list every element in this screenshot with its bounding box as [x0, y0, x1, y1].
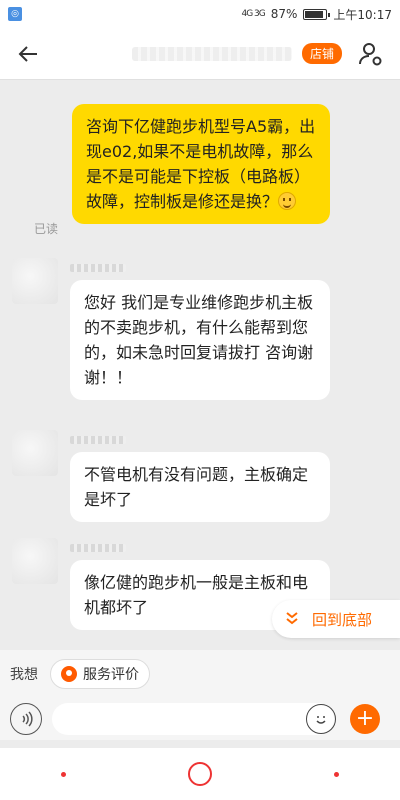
jump-to-bottom-button[interactable]: 回到底部	[272, 600, 400, 638]
nav-recent-dot[interactable]	[334, 771, 339, 777]
smile-emoji-icon	[278, 192, 297, 210]
user-settings-button[interactable]	[356, 39, 386, 69]
status-bar: ◎ 4G 3G 87% 上午10:17	[0, 0, 400, 28]
reply-text-2: 不管电机有没有问题，主板确定是坏了	[84, 465, 309, 509]
emoji-icon	[316, 716, 326, 724]
chat-header: 店铺	[0, 28, 400, 80]
message-input[interactable]	[52, 703, 334, 735]
sender-name-redacted	[70, 544, 126, 552]
avatar[interactable]	[12, 258, 58, 304]
more-actions-button[interactable]: +	[350, 704, 380, 734]
user-settings-icon	[359, 42, 382, 65]
emoji-button[interactable]	[306, 704, 336, 734]
double-chevron-down-icon	[284, 610, 300, 629]
battery-percent: 87%	[270, 7, 298, 21]
notification-icon: ◎	[8, 7, 22, 21]
nav-back-dot[interactable]	[61, 771, 66, 777]
sender-name-redacted	[70, 436, 126, 444]
plus-icon: +	[355, 706, 375, 731]
system-nav-bar	[0, 748, 400, 800]
shop-name-redacted	[132, 46, 292, 61]
reply-bubble-1[interactable]: 您好 我们是专业维修跑步机主板的不卖跑步机，有什么能帮到您的，如未急时回复请拔打…	[70, 280, 330, 400]
avatar[interactable]	[12, 538, 58, 584]
battery-icon	[303, 8, 331, 20]
reply-text-1: 您好 我们是专业维修跑步机主板的不卖跑步机，有什么能帮到您的，如未急时回复请拔打…	[84, 293, 314, 387]
service-review-chip[interactable]: 服务评价	[50, 659, 150, 689]
clock: 上午10:17	[333, 7, 392, 22]
voice-button[interactable]	[10, 703, 42, 735]
my-message-bubble[interactable]: 咨询下亿健跑步机型号A5霸，出现e02,如果不是电机故障，那么是不是可能是下控板…	[72, 104, 330, 224]
back-arrow-icon	[18, 45, 37, 62]
review-icon	[61, 666, 77, 682]
shop-button[interactable]: 店铺	[302, 43, 343, 64]
voice-icon	[22, 711, 33, 727]
battery-level	[305, 10, 323, 18]
quick-action-bar: 我想 服务评价	[0, 650, 400, 698]
read-receipt: 已读	[34, 222, 59, 236]
back-button[interactable]	[14, 40, 42, 68]
avatar[interactable]	[12, 430, 58, 476]
sender-name-redacted	[70, 264, 126, 272]
status-right: 4G 3G 87% 上午10:17	[241, 6, 392, 23]
chat-area[interactable]: 咨询下亿健跑步机型号A5霸，出现e02,如果不是电机故障，那么是不是可能是下控板…	[0, 80, 400, 650]
nav-home-button[interactable]	[188, 762, 212, 786]
input-bar: +	[0, 698, 400, 740]
service-review-label: 服务评价	[83, 667, 139, 683]
reply-bubble-2[interactable]: 不管电机有没有问题，主板确定是坏了	[70, 452, 330, 522]
quick-label: 我想	[10, 667, 38, 683]
signal-icon: 4G 3G	[241, 9, 265, 19]
jump-to-bottom-label: 回到底部	[312, 610, 373, 629]
